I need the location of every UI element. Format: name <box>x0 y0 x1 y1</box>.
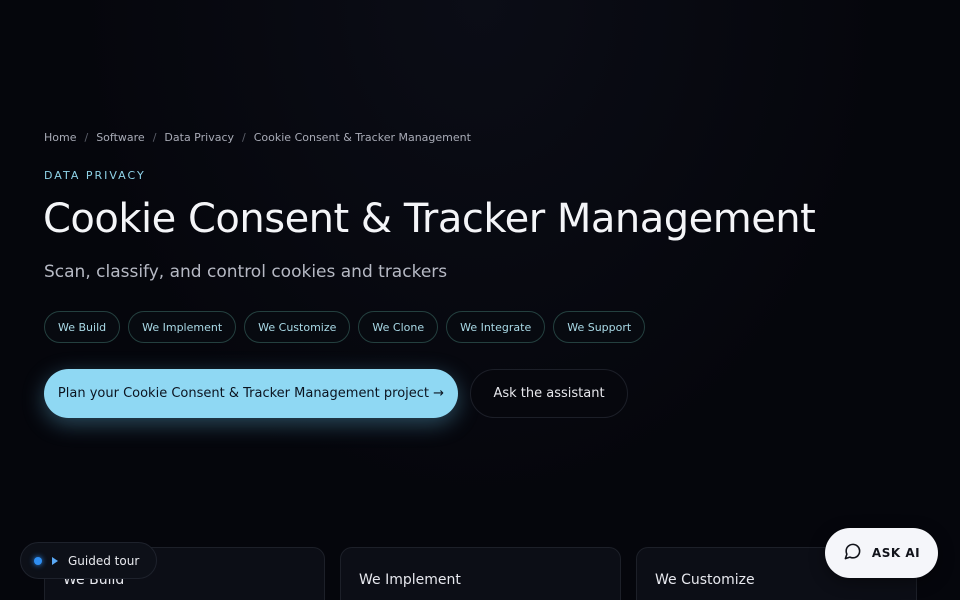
play-icon <box>52 556 58 565</box>
breadcrumb-software[interactable]: Software <box>96 131 145 144</box>
guided-tour-label: Guided tour <box>68 553 140 568</box>
breadcrumb-current: Cookie Consent & Tracker Management <box>253 131 471 144</box>
plan-project-button[interactable]: Plan your Cookie Consent & Tracker Manag… <box>44 369 458 418</box>
chip-we-clone[interactable]: We Clone <box>358 311 439 343</box>
service-cards: We Build We Implement We Customize <box>44 547 917 600</box>
chip-we-implement[interactable]: We Implement <box>128 311 237 343</box>
breadcrumb: Home / Software / Data Privacy / Cookie … <box>44 131 471 144</box>
guided-tour-button[interactable]: Guided tour <box>20 542 157 579</box>
chip-we-customize[interactable]: We Customize <box>244 311 351 343</box>
ask-assistant-button[interactable]: Ask the assistant <box>470 369 628 418</box>
breadcrumb-separator: / <box>84 131 89 144</box>
chat-bubble-icon <box>843 542 862 565</box>
breadcrumb-separator: / <box>152 131 157 144</box>
ask-ai-label: ASK AI <box>871 546 921 560</box>
page-title: Cookie Consent & Tracker Management <box>43 196 816 242</box>
chip-we-integrate[interactable]: We Integrate <box>446 311 546 343</box>
cta-row: Plan your Cookie Consent & Tracker Manag… <box>44 369 628 418</box>
ask-ai-button[interactable]: ASK AI <box>825 528 938 578</box>
card-title: We Implement <box>359 572 461 588</box>
service-chips: We Build We Implement We Customize We Cl… <box>44 311 646 343</box>
status-dot-icon <box>34 556 42 565</box>
category-eyebrow: DATA PRIVACY <box>44 169 146 182</box>
breadcrumb-separator: / <box>242 131 246 144</box>
breadcrumb-home[interactable]: Home <box>44 131 76 144</box>
page: Home / Software / Data Privacy / Cookie … <box>0 0 960 600</box>
chip-we-build[interactable]: We Build <box>44 311 121 343</box>
page-subtitle: Scan, classify, and control cookies and … <box>44 262 448 282</box>
card-we-implement[interactable]: We Implement <box>340 547 621 600</box>
card-title: We Customize <box>655 572 755 588</box>
breadcrumb-data-privacy[interactable]: Data Privacy <box>164 131 234 144</box>
chip-we-support[interactable]: We Support <box>553 311 646 343</box>
